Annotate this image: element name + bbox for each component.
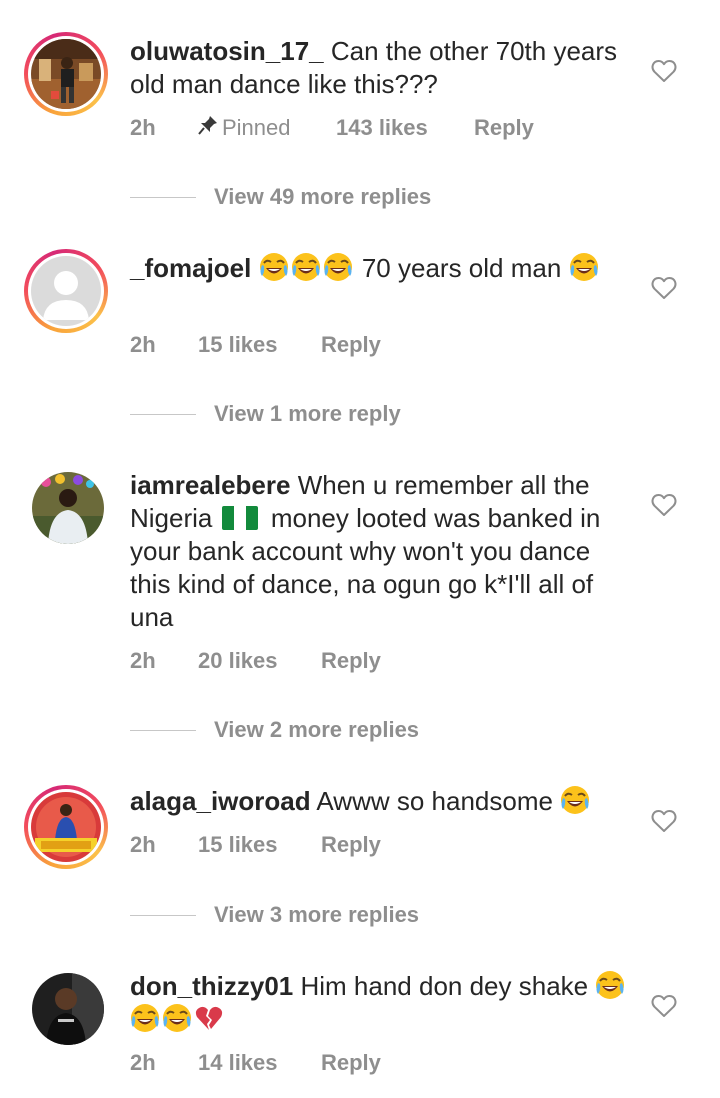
face-with-tears-of-joy-icon xyxy=(291,252,321,282)
comment-body: alaga_iworoad Awww so handsome xyxy=(130,785,630,818)
pinned-label: Pinned xyxy=(222,115,291,140)
face-with-tears-of-joy-icon xyxy=(560,785,590,815)
likes-count[interactable]: 143 likes xyxy=(336,115,474,141)
comment-username[interactable]: alaga_iworoad xyxy=(130,786,311,816)
reply-button[interactable]: Reply xyxy=(321,832,381,858)
nigeria-flag-icon xyxy=(221,506,258,530)
heart-icon[interactable] xyxy=(651,809,677,833)
view-more-label: View 2 more replies xyxy=(214,717,420,742)
face-with-tears-of-joy-icon xyxy=(595,970,625,1000)
comment-meta: 2h 14 likes Reply xyxy=(130,1048,381,1078)
heart-icon[interactable] xyxy=(651,994,677,1018)
divider-line xyxy=(130,196,196,198)
comment-meta: 2h 15 likes Reply xyxy=(130,330,381,360)
likes-count[interactable]: 20 likes xyxy=(198,648,321,674)
view-more-label: View 1 more reply xyxy=(214,401,401,426)
face-with-tears-of-joy-icon xyxy=(569,252,599,282)
comment-meta: 2h Pinned 143 likes Reply xyxy=(130,113,534,143)
comment-time: 2h xyxy=(130,332,156,357)
face-with-tears-of-joy-icon xyxy=(259,252,289,282)
comment-meta: 2h 15 likes Reply xyxy=(130,830,381,860)
comment-body: don_thizzy01 Him hand don dey shake xyxy=(130,970,630,1036)
comment-time: 2h xyxy=(130,1050,156,1075)
reply-button[interactable]: Reply xyxy=(474,115,534,141)
default-profile-avatar xyxy=(31,256,101,326)
heart-icon[interactable] xyxy=(651,276,677,300)
comment-time: 2h xyxy=(130,832,156,857)
comment-meta: 2h 20 likes Reply xyxy=(130,646,381,676)
photo-avatar-man[interactable] xyxy=(32,973,104,1045)
pin-icon xyxy=(198,115,222,141)
comment-username[interactable]: iamrealebere xyxy=(130,470,290,500)
comment-time: 2h xyxy=(130,648,156,673)
likes-count[interactable]: 14 likes xyxy=(198,1050,321,1076)
photo-avatar-woman[interactable] xyxy=(32,472,104,544)
likes-count[interactable]: 15 likes xyxy=(198,832,321,858)
story-ring-avatar[interactable] xyxy=(24,785,108,869)
story-ring-avatar[interactable] xyxy=(24,32,108,116)
divider-line xyxy=(130,413,196,415)
view-more-replies[interactable]: View 2 more replies xyxy=(130,715,419,745)
view-more-replies[interactable]: View 1 more reply xyxy=(130,399,401,429)
face-with-tears-of-joy-icon xyxy=(162,1003,192,1033)
divider-line xyxy=(130,729,196,731)
likes-count[interactable]: 15 likes xyxy=(198,332,321,358)
reply-button[interactable]: Reply xyxy=(321,332,381,358)
photo-avatar-dancer xyxy=(31,39,101,109)
face-with-tears-of-joy-icon xyxy=(323,252,353,282)
photo-avatar-alaga xyxy=(31,792,101,862)
broken-heart-icon xyxy=(194,1003,224,1033)
comment-body: _fomajoel 70 years old man xyxy=(130,252,630,285)
heart-icon[interactable] xyxy=(651,59,677,83)
comment-text: Him hand don dey shake xyxy=(300,971,589,1001)
comment-username[interactable]: don_thizzy01 xyxy=(130,971,293,1001)
face-with-tears-of-joy-icon xyxy=(130,1003,160,1033)
view-more-replies[interactable]: View 3 more replies xyxy=(130,900,419,930)
view-more-label: View 3 more replies xyxy=(214,902,420,927)
reply-button[interactable]: Reply xyxy=(321,648,381,674)
comment-text: Awww so handsome xyxy=(316,786,553,816)
comment-text: 70 years old man xyxy=(361,253,562,283)
heart-icon[interactable] xyxy=(651,493,677,517)
story-ring-avatar[interactable] xyxy=(24,249,108,333)
view-more-replies[interactable]: View 49 more replies xyxy=(130,182,431,212)
comment-time: 2h xyxy=(130,115,156,140)
comment-body: oluwatosin_17_ Can the other 70th years … xyxy=(130,35,630,101)
view-more-label: View 49 more replies xyxy=(214,184,432,209)
comment-body: iamrealebere When u remember all the Nig… xyxy=(130,469,630,634)
comment-username[interactable]: oluwatosin_17_ xyxy=(130,36,324,66)
reply-button[interactable]: Reply xyxy=(321,1050,381,1076)
divider-line xyxy=(130,914,196,916)
comment-username[interactable]: _fomajoel xyxy=(130,253,251,283)
